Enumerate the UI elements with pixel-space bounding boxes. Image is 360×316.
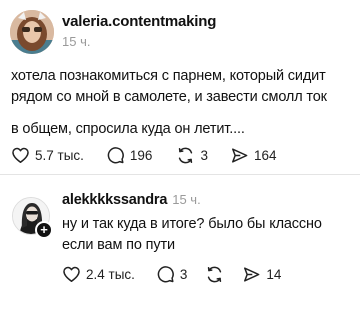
post-actions: 5.7 тыс. 196 3 164 bbox=[11, 146, 276, 165]
reply-text: ну и так куда в итоге? было бы классно е… bbox=[62, 216, 322, 253]
share-count: 164 bbox=[253, 148, 277, 163]
share-icon bbox=[231, 148, 248, 163]
avatar[interactable] bbox=[10, 10, 54, 54]
reply-timestamp: 15 ч. bbox=[172, 192, 201, 207]
post-author[interactable]: valeria.contentmaking bbox=[62, 12, 216, 31]
repost-count: 3 bbox=[200, 148, 208, 163]
share-icon bbox=[244, 267, 260, 282]
reply-comment-count: 3 bbox=[179, 267, 188, 282]
repost-icon bbox=[179, 147, 193, 164]
reply-header: alekkkkssandra 15 ч. bbox=[62, 192, 201, 208]
repost-button[interactable]: 3 bbox=[176, 146, 208, 165]
post-text: хотела познакомиться с парнем, который с… bbox=[11, 66, 356, 140]
like-count: 5.7 тыс. bbox=[35, 148, 84, 163]
heart-icon bbox=[63, 266, 80, 282]
reply-avatar-wrap: + bbox=[12, 197, 53, 239]
post-timestamp: 15 ч. bbox=[62, 34, 91, 49]
reply-author[interactable]: alekkkkssandra bbox=[62, 192, 167, 208]
reply-like-button[interactable]: 2.4 тыс. bbox=[62, 265, 135, 284]
like-button[interactable]: 5.7 тыс. bbox=[11, 146, 84, 165]
reply-actions: 2.4 тыс. 3 14 bbox=[62, 265, 281, 284]
post-text-paragraph-1: хотела познакомиться с парнем, который с… bbox=[11, 68, 327, 105]
divider bbox=[0, 174, 360, 175]
comment-icon bbox=[107, 147, 124, 164]
repost-icon bbox=[208, 266, 222, 283]
post-text-paragraph-2: в общем, спросила куда он летит.... bbox=[11, 121, 245, 137]
reply-like-count: 2.4 тыс. bbox=[86, 267, 135, 282]
comment-icon bbox=[157, 266, 174, 283]
share-button[interactable]: 164 bbox=[230, 146, 277, 165]
reply-share-count: 14 bbox=[266, 267, 282, 282]
reply-share-button[interactable]: 14 bbox=[242, 265, 281, 284]
follow-plus-icon[interactable]: + bbox=[35, 221, 53, 239]
reply-comment-button[interactable]: 3 bbox=[156, 265, 188, 284]
reply-repost-button[interactable] bbox=[205, 265, 224, 284]
post-header: valeria.contentmaking 15 ч. bbox=[10, 10, 216, 54]
comment-button[interactable]: 196 bbox=[106, 146, 153, 165]
heart-icon bbox=[12, 147, 29, 163]
comment-count: 196 bbox=[129, 148, 153, 163]
